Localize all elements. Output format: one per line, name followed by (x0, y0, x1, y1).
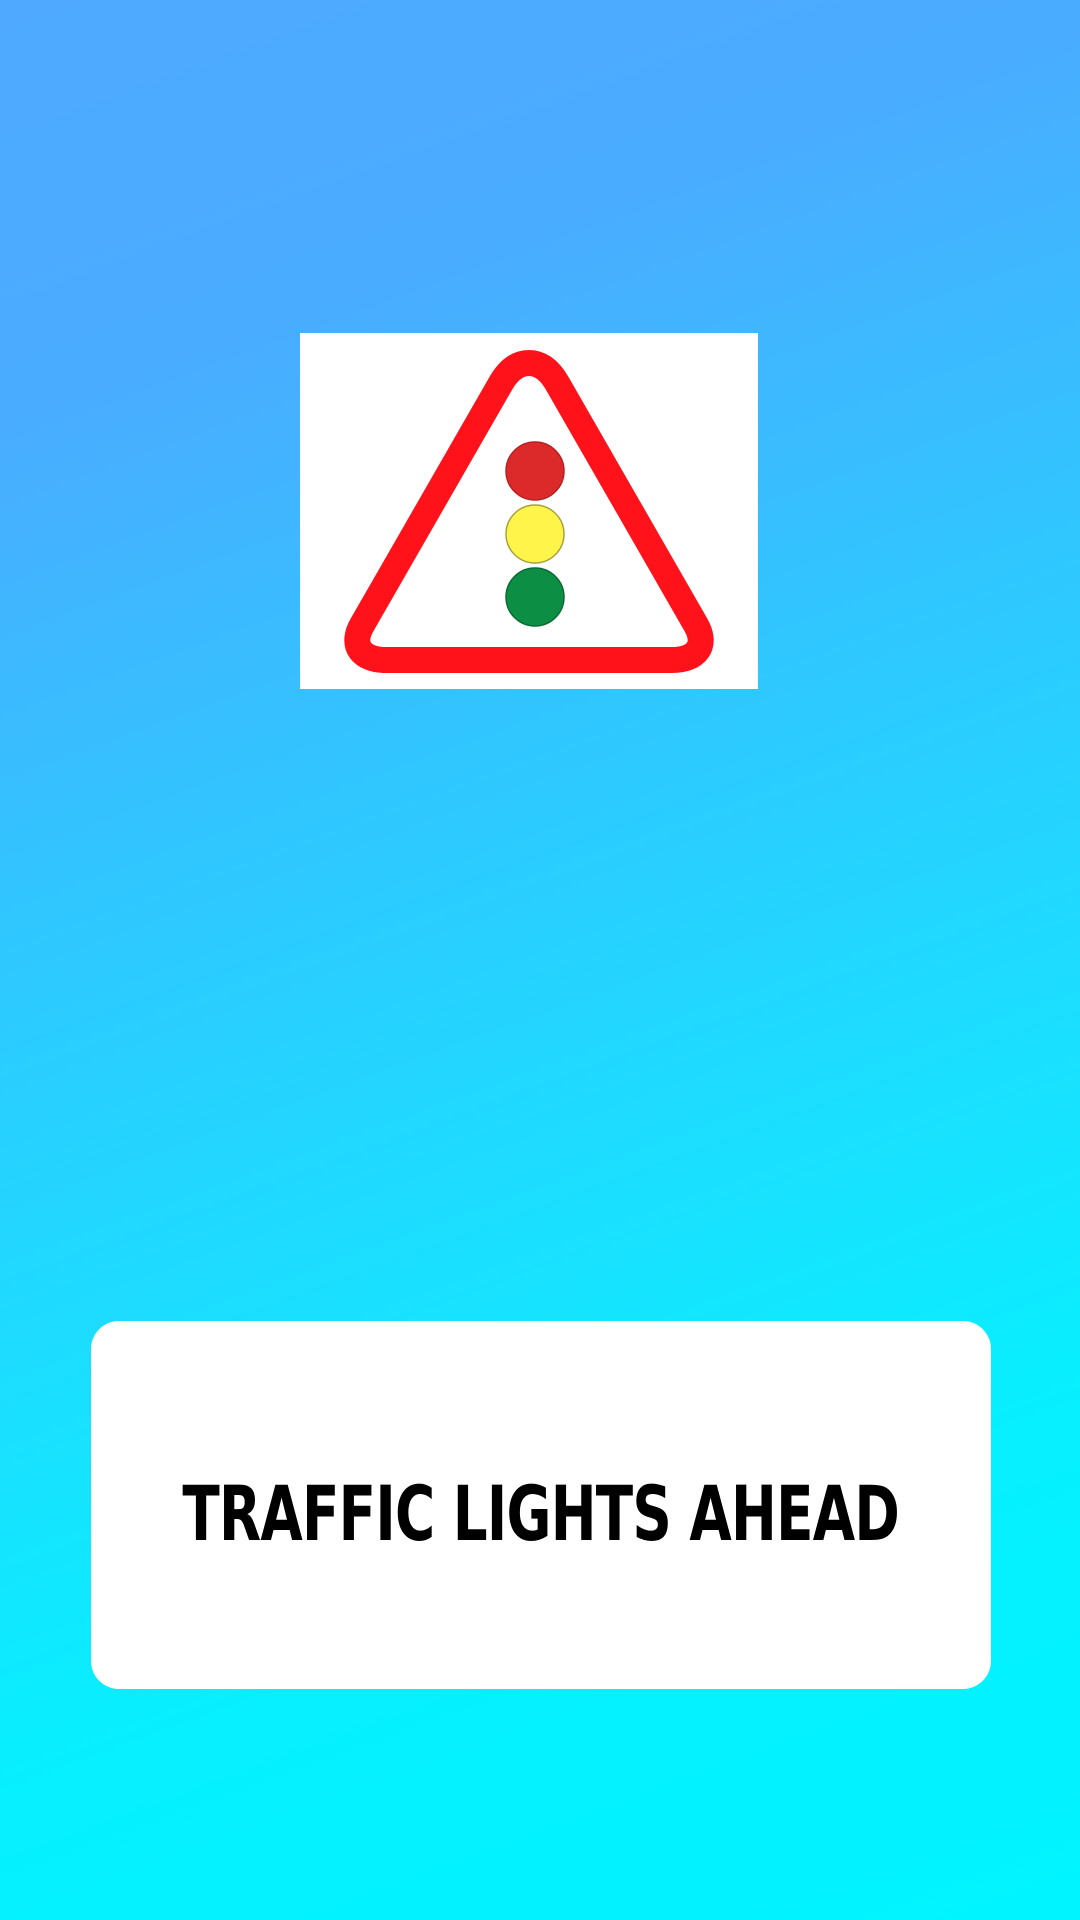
app-screen: TRAFFIC LIGHTS AHEAD (0, 0, 1080, 1920)
red-light-icon (505, 441, 565, 501)
yellow-light-icon (505, 504, 565, 564)
sign-label-card: TRAFFIC LIGHTS AHEAD (91, 1321, 991, 1689)
sign-image-card (300, 333, 758, 689)
sign-label-text: TRAFFIC LIGHTS AHEAD (182, 1469, 900, 1558)
traffic-lights-warning-sign-icon (344, 350, 714, 673)
green-light-icon (505, 567, 565, 627)
